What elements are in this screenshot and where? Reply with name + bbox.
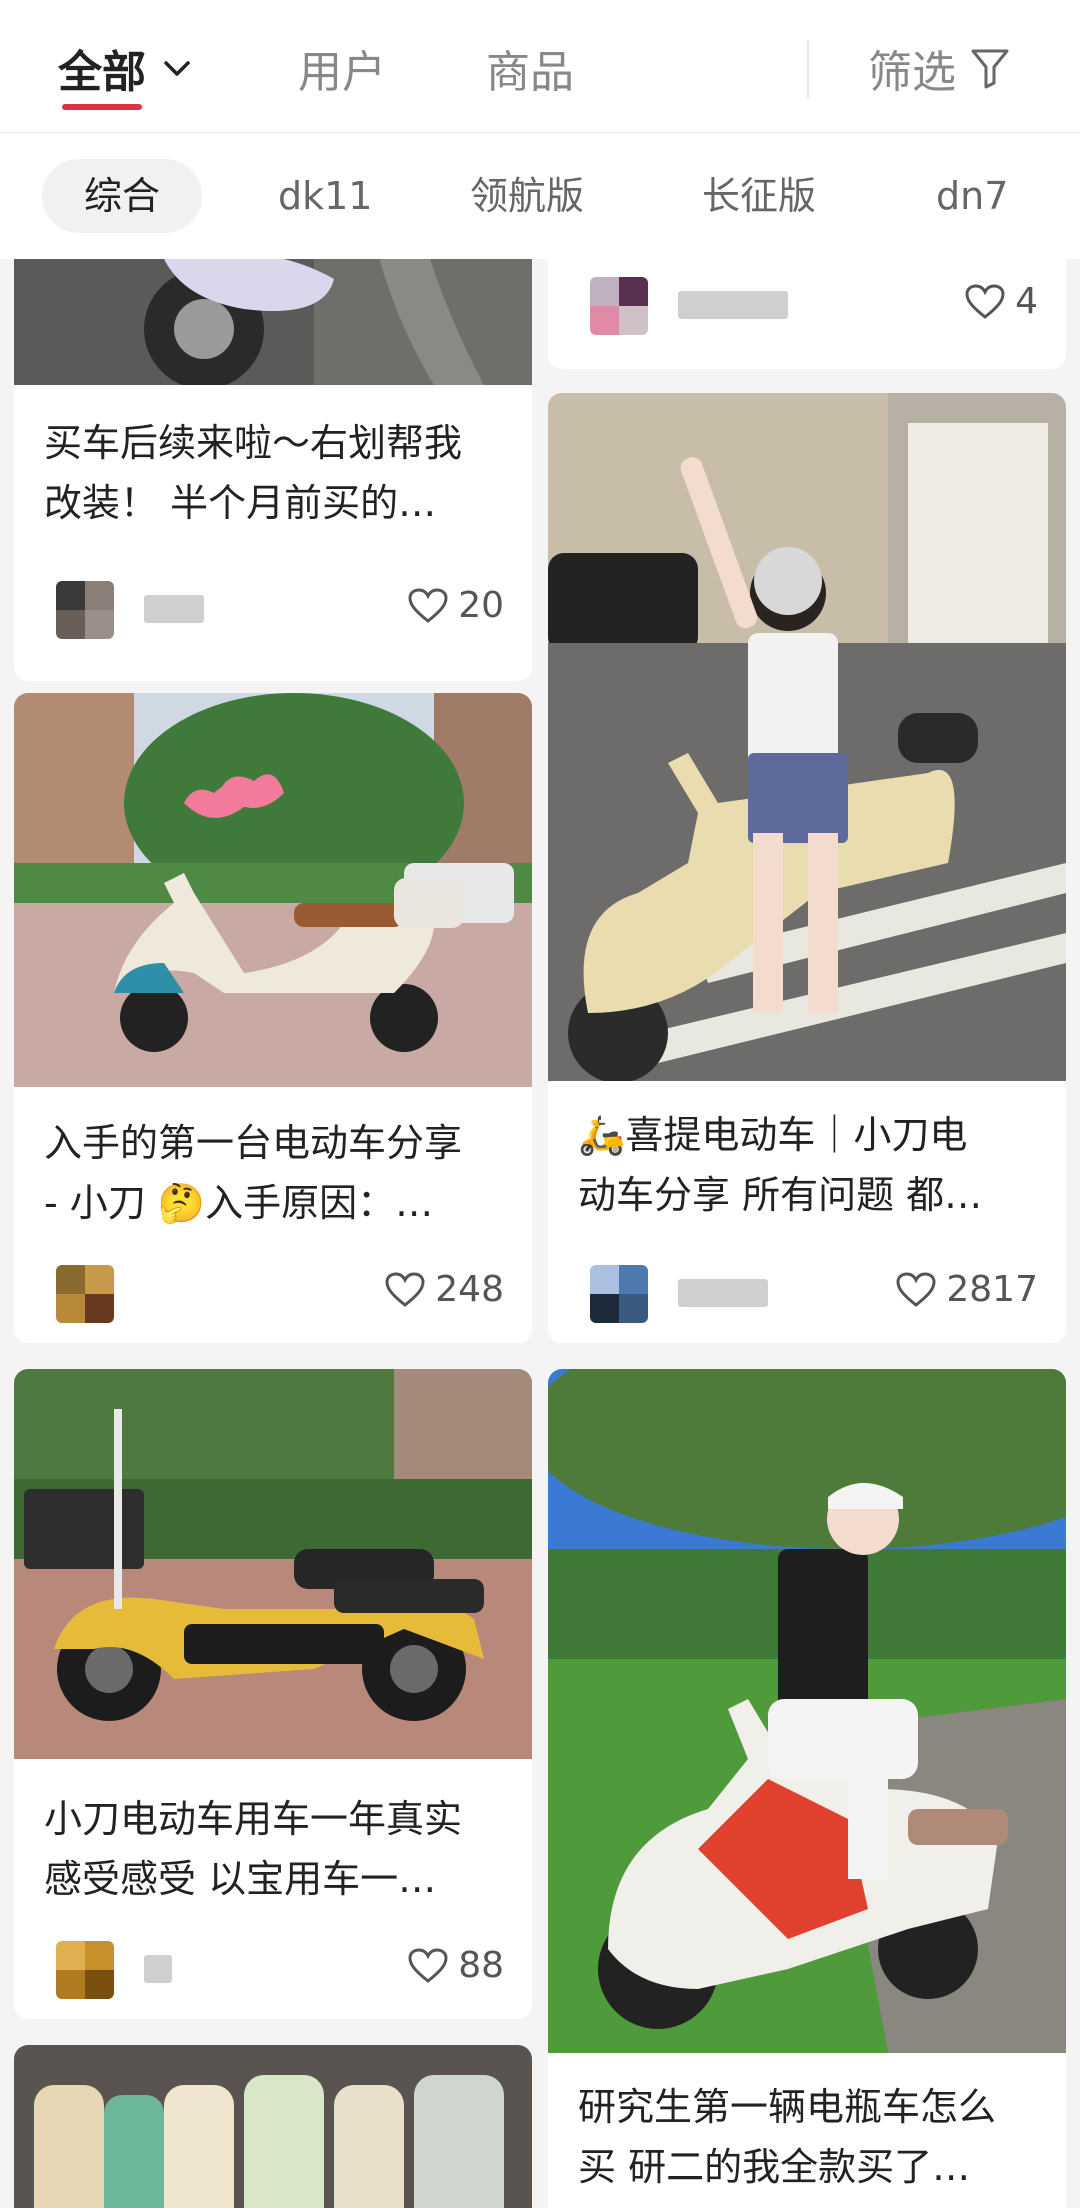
chevron-down-icon — [164, 61, 190, 76]
like-count[interactable]: 20 — [408, 585, 504, 626]
tab-users-label: 用户 — [298, 47, 386, 98]
chip-long-march[interactable]: 长征版 — [702, 159, 816, 233]
active-tab-underline — [62, 104, 142, 110]
note-meta: 4 — [578, 277, 1038, 347]
tab-all[interactable]: 全部 — [58, 36, 192, 100]
note-card[interactable]: 小刀电动车用车一年真实 感受感受 以宝用车一… 88 — [14, 1369, 532, 2019]
like-count[interactable]: 88 — [408, 1945, 504, 1986]
tab-goods[interactable]: 商品 — [486, 36, 574, 100]
note-meta: 2817 — [578, 1265, 1038, 1335]
tab-goods-label: 商品 — [486, 47, 574, 98]
heart-icon — [896, 1271, 936, 1307]
like-count[interactable]: 248 — [385, 1269, 504, 1310]
heart-icon — [965, 283, 1005, 319]
heart-icon — [385, 1271, 425, 1307]
like-count-value: 248 — [435, 1269, 504, 1310]
note-cover-image — [14, 1369, 532, 1759]
avatar — [56, 581, 114, 639]
like-count[interactable]: 2817 — [896, 1269, 1038, 1310]
filter-button[interactable]: 筛选 — [868, 36, 1010, 100]
note-title: 买车后续来啦～右划帮我 改装！ 半个月前买的… — [44, 421, 463, 525]
tab-all-label: 全部 — [58, 47, 146, 98]
heart-icon — [408, 1947, 448, 1983]
like-count-value: 20 — [458, 585, 504, 626]
note-card[interactable]: 🛵喜提电动车｜小刀电 动车分享 所有问题 都… 2817 — [548, 393, 1066, 1343]
chip-comprehensive[interactable]: 综合 — [42, 159, 203, 233]
note-title: 小刀电动车用车一年真实 感受感受 以宝用车一… — [44, 1797, 463, 1901]
like-count[interactable]: 4 — [965, 281, 1038, 322]
chip-dk11[interactable]: dk11 — [278, 159, 372, 233]
note-card[interactable]: 研究生第一辆电瓶车怎么 买 研二的我全款买了… — [548, 1369, 1066, 2208]
note-title: 入手的第一台电动车分享 - 小刀 🤔入手原因：… — [44, 1121, 463, 1225]
note-meta: 248 — [44, 1265, 504, 1335]
filter-label: 筛选 — [868, 47, 956, 98]
username-blurred — [144, 1955, 172, 1983]
avatar — [56, 1941, 114, 1999]
note-cover-image — [548, 1369, 1066, 2053]
keyword-chip-bar: 综合 dk11 领航版 长征版 dn7 — [0, 133, 1080, 259]
note-title: 研究生第一辆电瓶车怎么 买 研二的我全款买了… — [578, 2085, 997, 2189]
note-meta: 88 — [44, 1941, 504, 2011]
like-count-value: 88 — [458, 1945, 504, 1986]
note-cover-image — [548, 393, 1066, 1081]
like-count-value: 2817 — [946, 1269, 1038, 1310]
tab-users[interactable]: 用户 — [298, 36, 386, 100]
chip-dn7[interactable]: dn7 — [936, 159, 1008, 233]
note-title: 🛵喜提电动车｜小刀电 动车分享 所有问题 都… — [578, 1113, 983, 1217]
note-meta: 20 — [44, 581, 504, 651]
note-cover-image — [14, 2045, 532, 2208]
filter-funnel-icon — [971, 49, 1009, 89]
avatar — [56, 1265, 114, 1323]
chip-navigator[interactable]: 领航版 — [470, 159, 584, 233]
note-card[interactable]: 4 — [548, 259, 1066, 369]
divider — [807, 40, 809, 98]
avatar — [590, 1265, 648, 1323]
avatar — [590, 277, 648, 335]
top-tab-bar: 全部 用户 商品 筛选 — [0, 0, 1080, 133]
note-cover-image — [14, 693, 532, 1087]
note-card[interactable]: 买车后续来啦～右划帮我 改装！ 半个月前买的… 20 — [14, 259, 532, 681]
feed: 买车后续来啦～右划帮我 改装！ 半个月前买的… 20 入手的第一台电动车分享 -… — [0, 259, 1080, 2208]
note-card[interactable] — [14, 2045, 532, 2208]
note-card[interactable]: 入手的第一台电动车分享 - 小刀 🤔入手原因：… 248 — [14, 693, 532, 1343]
username-blurred — [144, 595, 204, 623]
heart-icon — [408, 587, 448, 623]
username-blurred — [678, 291, 788, 319]
note-cover-image — [14, 259, 532, 385]
like-count-value: 4 — [1015, 281, 1038, 322]
username-blurred — [678, 1279, 768, 1307]
